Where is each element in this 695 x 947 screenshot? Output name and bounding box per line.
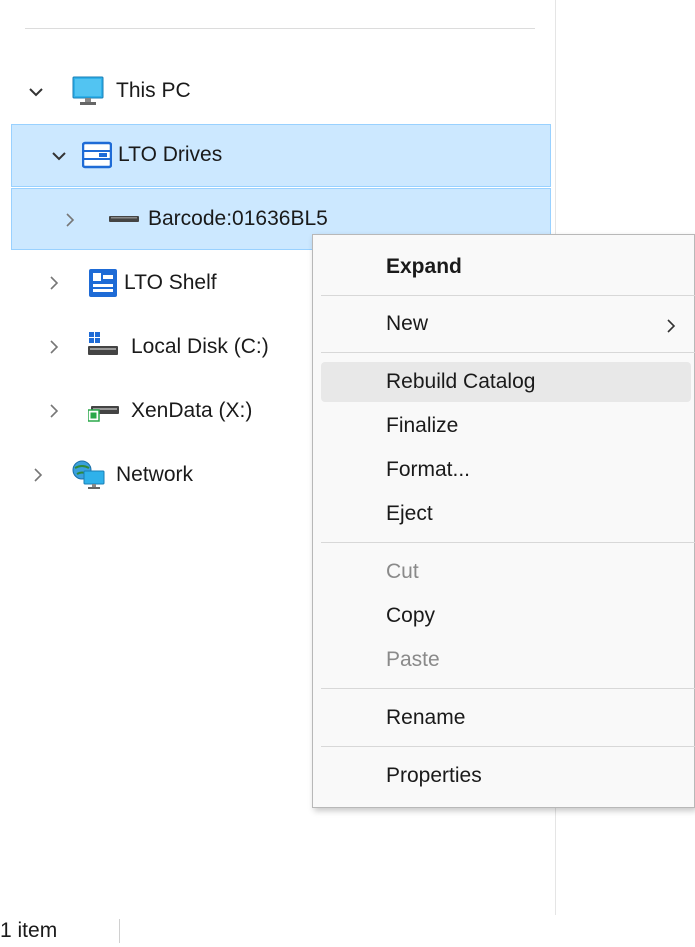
status-bar: 1 item	[0, 915, 695, 947]
chevron-right-icon[interactable]	[46, 275, 62, 291]
menu-item-eject[interactable]: Eject	[321, 494, 691, 534]
menu-separator	[321, 746, 695, 747]
menu-item-finalize[interactable]: Finalize	[321, 406, 691, 446]
menu-item-copy[interactable]: Copy	[321, 596, 691, 636]
chevron-right-icon[interactable]	[46, 403, 62, 419]
chevron-right-icon[interactable]	[30, 467, 46, 483]
menu-label-new: New	[386, 312, 429, 335]
menu-item-cut[interactable]: Cut	[321, 552, 691, 592]
menu-item-new[interactable]: New	[321, 304, 691, 344]
tape-drive-icon	[82, 141, 112, 169]
menu-separator	[321, 688, 695, 689]
menu-label-cut: Cut	[386, 560, 419, 583]
tree-label-lto-drives: LTO Drives	[118, 143, 223, 166]
menu-label-expand: Expand	[386, 255, 462, 278]
menu-item-format[interactable]: Format...	[321, 450, 691, 490]
menu-label-copy: Copy	[386, 604, 436, 627]
top-divider	[25, 28, 535, 29]
chevron-right-icon[interactable]	[46, 339, 62, 355]
menu-label-eject: Eject	[386, 502, 433, 525]
menu-item-expand[interactable]: Expand	[321, 247, 691, 287]
chevron-right-icon	[665, 316, 677, 340]
menu-label-rename: Rename	[386, 706, 466, 729]
tree-label-this-pc: This PC	[116, 79, 191, 102]
tree-label-xendata: XenData (X:)	[131, 399, 253, 422]
menu-label-format: Format...	[386, 458, 471, 481]
menu-label-rebuild-catalog: Rebuild Catalog	[386, 370, 536, 393]
status-separator	[119, 919, 120, 943]
tree-label-network: Network	[116, 463, 194, 486]
menu-separator	[321, 295, 695, 296]
chevron-down-icon[interactable]	[51, 148, 67, 164]
menu-label-paste: Paste	[386, 648, 440, 671]
tape-cartridge-icon	[109, 215, 139, 223]
local-disk-icon	[88, 331, 118, 357]
network-icon	[72, 460, 106, 490]
menu-item-paste[interactable]: Paste	[321, 640, 691, 680]
tree-label-local-disk: Local Disk (C:)	[131, 335, 269, 358]
menu-separator	[321, 542, 695, 543]
network-drive-icon	[88, 402, 120, 422]
chevron-right-icon[interactable]	[62, 212, 78, 228]
tree-item-this-pc[interactable]: This PC	[0, 61, 540, 123]
menu-label-finalize: Finalize	[386, 414, 459, 437]
menu-item-rebuild-catalog[interactable]: Rebuild Catalog	[321, 362, 691, 402]
menu-label-properties: Properties	[386, 764, 482, 787]
tree-label-barcode: Barcode:01636BL5	[148, 207, 328, 230]
context-menu: Expand New Rebuild Catalog Finalize Form…	[312, 234, 695, 808]
tape-shelf-icon	[89, 269, 117, 297]
menu-item-rename[interactable]: Rename	[321, 698, 691, 738]
tree-item-lto-drives[interactable]: LTO Drives	[11, 124, 551, 187]
chevron-down-icon[interactable]	[28, 84, 44, 100]
status-item-count: 1 item	[0, 919, 58, 942]
file-explorer-window: This PC LTO Drives Barcode:01636BL5 LTO …	[0, 0, 695, 947]
menu-item-properties[interactable]: Properties	[321, 756, 691, 796]
menu-separator	[321, 352, 695, 353]
tree-label-lto-shelf: LTO Shelf	[124, 271, 217, 294]
monitor-icon	[72, 76, 104, 106]
